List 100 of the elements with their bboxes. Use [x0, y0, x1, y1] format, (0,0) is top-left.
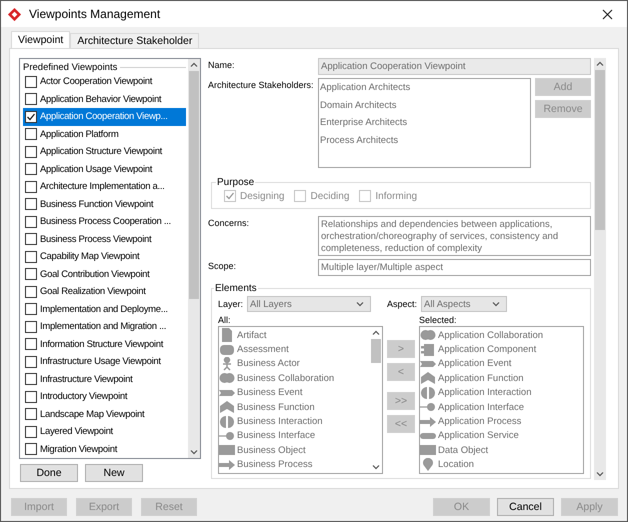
element-list[interactable]: Artifact Assessment Business Actor Business Collaboration Business Event Business Function Business Interaction Business Interface Business Object Business Process [218, 326, 383, 474]
checkbox[interactable] [25, 110, 37, 123]
scroll-thumb[interactable] [595, 70, 605, 230]
scope-field[interactable]: Multiple layer/Multiple aspect [318, 259, 591, 276]
element-item[interactable]: Application Event [438, 358, 512, 370]
checkbox[interactable] [25, 408, 37, 420]
element-item[interactable]: Business Collaboration [237, 372, 334, 384]
interaction-icon [420, 386, 436, 400]
location-icon [420, 458, 436, 472]
stakeholder-list[interactable]: Application Architects Domain Architects Enterprise Architects Process Architects [318, 78, 531, 168]
concerns-field[interactable]: Relationships and dependencies between applications, orchestration/choreography of services, consistency and completeness, reduction of complexity [318, 216, 591, 256]
element-item[interactable]: Location [438, 459, 474, 470]
checkbox[interactable] [25, 76, 37, 88]
group-legend: Purpose [216, 177, 256, 188]
viewpoint-row[interactable]: Application Platform [23, 126, 186, 143]
list-button[interactable]: New [85, 464, 143, 482]
checkbox[interactable] [25, 146, 37, 158]
element-list[interactable]: Application Collaboration Application Component Application Event Application Function Application Interaction Application Interface Application Process Application Service Data Object Location [419, 326, 584, 474]
viewpoint-row[interactable]: Business Function Viewpoint [23, 196, 186, 213]
viewpoint-row[interactable]: Information Structure Viewpoint [23, 336, 186, 353]
viewpoint-row[interactable]: Capability Map Viewpoint [23, 248, 186, 266]
collaboration-icon [420, 328, 436, 342]
scroll-thumb[interactable] [189, 71, 199, 299]
checkbox[interactable] [25, 198, 37, 210]
checkbox[interactable] [25, 286, 37, 298]
viewpoint-row[interactable]: Implementation and Migration ... [23, 318, 186, 336]
list-label: Selected: [419, 315, 458, 325]
checkbox[interactable] [25, 443, 37, 456]
scrollbar[interactable] [594, 58, 606, 480]
element-item[interactable]: Business Interface [237, 430, 316, 442]
tab[interactable]: Architecture Stakeholder [70, 33, 200, 48]
list-legend: Predefined Viewpoints [23, 62, 118, 73]
checkbox[interactable] [25, 180, 37, 193]
element-item[interactable]: Artifact [237, 330, 267, 341]
interaction-icon [219, 414, 235, 429]
checkbox[interactable] [25, 373, 37, 386]
scroll-thumb[interactable] [371, 339, 381, 363]
element-item[interactable]: Application Process [438, 416, 522, 428]
artifact-icon [219, 328, 235, 342]
viewpoint-row[interactable]: Goal Contribution Viewpoint [23, 266, 186, 283]
element-item[interactable]: Business Event [237, 387, 302, 398]
assessment-icon [219, 342, 235, 357]
viewpoint-row[interactable]: Introductory Viewpoint [23, 388, 186, 406]
list-button[interactable]: Done [20, 464, 78, 482]
element-item[interactable]: Application Collaboration [438, 330, 544, 341]
function-icon [420, 371, 436, 386]
checkbox[interactable] [25, 390, 37, 403]
viewpoint-row[interactable]: Infrastructure Usage Viewpoint [23, 353, 186, 370]
name-field[interactable]: Application Cooperation Viewpoint [318, 58, 591, 75]
aspect-dropdown[interactable]: All Aspects [421, 296, 508, 312]
element-item[interactable]: Assessment [237, 344, 289, 356]
element-item[interactable]: Application Component [438, 344, 536, 356]
viewpoint-row[interactable]: Migration Viewpoint [23, 440, 186, 458]
element-item[interactable]: Application Interface [438, 402, 524, 413]
checkbox[interactable] [25, 216, 37, 228]
checkbox[interactable] [25, 356, 37, 368]
viewpoint-row[interactable]: Infrastructure Viewpoint [23, 370, 186, 388]
element-item[interactable]: Application Function [438, 372, 524, 384]
checkbox[interactable] [25, 233, 37, 246]
viewpoint-row[interactable]: Application Usage Viewpoint [23, 160, 186, 178]
viewpoint-row[interactable]: Architecture Implementation a... [23, 178, 186, 196]
checkbox[interactable] [25, 163, 37, 176]
element-item[interactable]: Data Object [438, 444, 488, 456]
viewpoint-row[interactable]: Business Process Cooperation ... [23, 213, 186, 230]
tab[interactable]: Viewpoint [11, 31, 70, 48]
viewpoint-row[interactable]: Business Process Viewpoint [23, 230, 186, 248]
element-item[interactable]: Application Service [438, 430, 519, 442]
viewpoint-row[interactable]: Layered Viewpoint [23, 423, 186, 440]
checkbox[interactable] [25, 268, 37, 280]
checkbox[interactable] [25, 303, 37, 316]
viewpoint-row[interactable]: Application Structure Viewpoint [23, 143, 186, 160]
viewpoint-row[interactable]: Goal Realization Viewpoint [23, 283, 186, 300]
scrollbar[interactable] [188, 59, 200, 458]
viewpoint-row[interactable]: Application Behavior Viewpoint [23, 90, 186, 108]
viewpoint-row[interactable]: Implementation and Deployme... [23, 300, 186, 318]
element-item[interactable]: Business Actor [237, 358, 300, 370]
checkbox[interactable] [25, 338, 37, 350]
element-item[interactable]: Application Interaction [438, 387, 532, 398]
element-item[interactable]: Business Interaction [237, 416, 323, 428]
stakeholder-item[interactable]: Enterprise Architects [319, 117, 530, 134]
checkbox[interactable] [25, 426, 37, 438]
viewpoint-row[interactable]: Application Cooperation Viewp... [23, 108, 186, 126]
checkbox[interactable] [25, 250, 37, 263]
object-icon [420, 443, 436, 458]
stakeholder-item[interactable]: Application Architects [319, 82, 530, 100]
element-item[interactable]: Business Function [237, 402, 315, 413]
checkbox[interactable] [25, 320, 37, 333]
viewpoint-row[interactable]: Landscape Map Viewpoint [23, 406, 186, 423]
element-item[interactable]: Business Object [237, 444, 306, 456]
stakeholder-item[interactable]: Process Architects [319, 134, 530, 152]
element-item[interactable]: Business Process [237, 459, 313, 470]
checkbox[interactable] [25, 93, 37, 106]
layer-dropdown[interactable]: All Layers [247, 296, 372, 312]
stakeholder-item[interactable]: Domain Architects [319, 100, 530, 117]
dialog-button[interactable]: Cancel [497, 498, 554, 516]
checkbox[interactable] [25, 128, 37, 140]
checkmark-icon [26, 112, 36, 122]
viewpoint-row[interactable]: Actor Cooperation Viewpoint [23, 73, 186, 90]
field-label: Name: [208, 59, 235, 70]
field-label: Architecture Stakeholders: [208, 79, 314, 90]
